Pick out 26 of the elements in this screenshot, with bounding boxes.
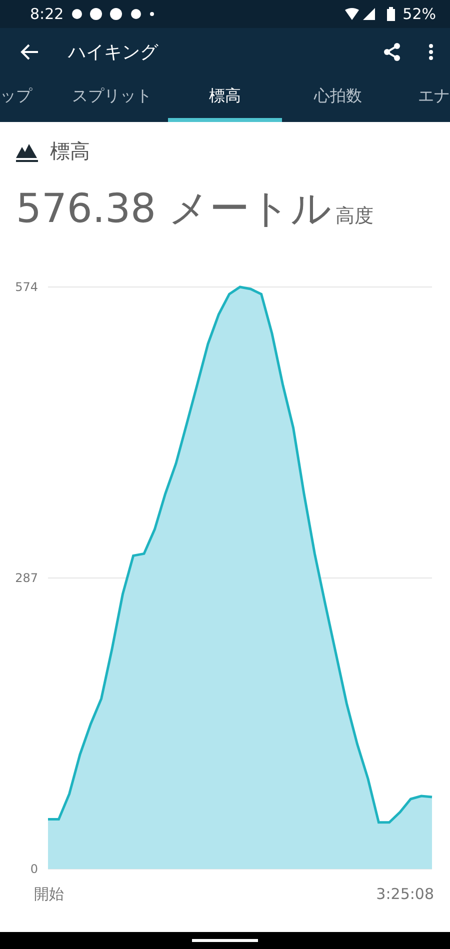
tab[interactable]: スプリット: [56, 75, 168, 122]
cloud-icon: [130, 9, 142, 19]
battery-level: 52%: [402, 5, 436, 23]
back-icon: [20, 42, 40, 62]
share-icon: [382, 42, 402, 62]
elevation-caption: 高度: [336, 204, 374, 229]
dot-icon: [150, 12, 154, 16]
elevation-value: 576.38 メートル: [16, 189, 332, 229]
chat-icon: [110, 8, 122, 20]
notification-icon: [72, 9, 82, 19]
tab[interactable]: ップ: [0, 75, 56, 122]
tab[interactable]: 心拍数: [282, 75, 394, 122]
y-axis-label: 574: [15, 280, 38, 294]
clock: 8:22: [30, 5, 64, 23]
chat-icon: [90, 8, 102, 20]
more-icon: [428, 42, 434, 60]
y-axis-label: 287: [15, 571, 38, 585]
x-axis-label: 3:25:08: [376, 885, 434, 903]
tab[interactable]: 標高: [168, 75, 282, 122]
section-title: 標高: [50, 138, 90, 165]
battery-icon: [386, 7, 395, 21]
tab[interactable]: エナ: [394, 75, 450, 122]
screen-title: ハイキング: [68, 40, 160, 64]
y-axis-label: 0: [30, 862, 38, 876]
x-axis-label: 開始: [34, 885, 64, 903]
mountain-icon: [16, 142, 38, 162]
